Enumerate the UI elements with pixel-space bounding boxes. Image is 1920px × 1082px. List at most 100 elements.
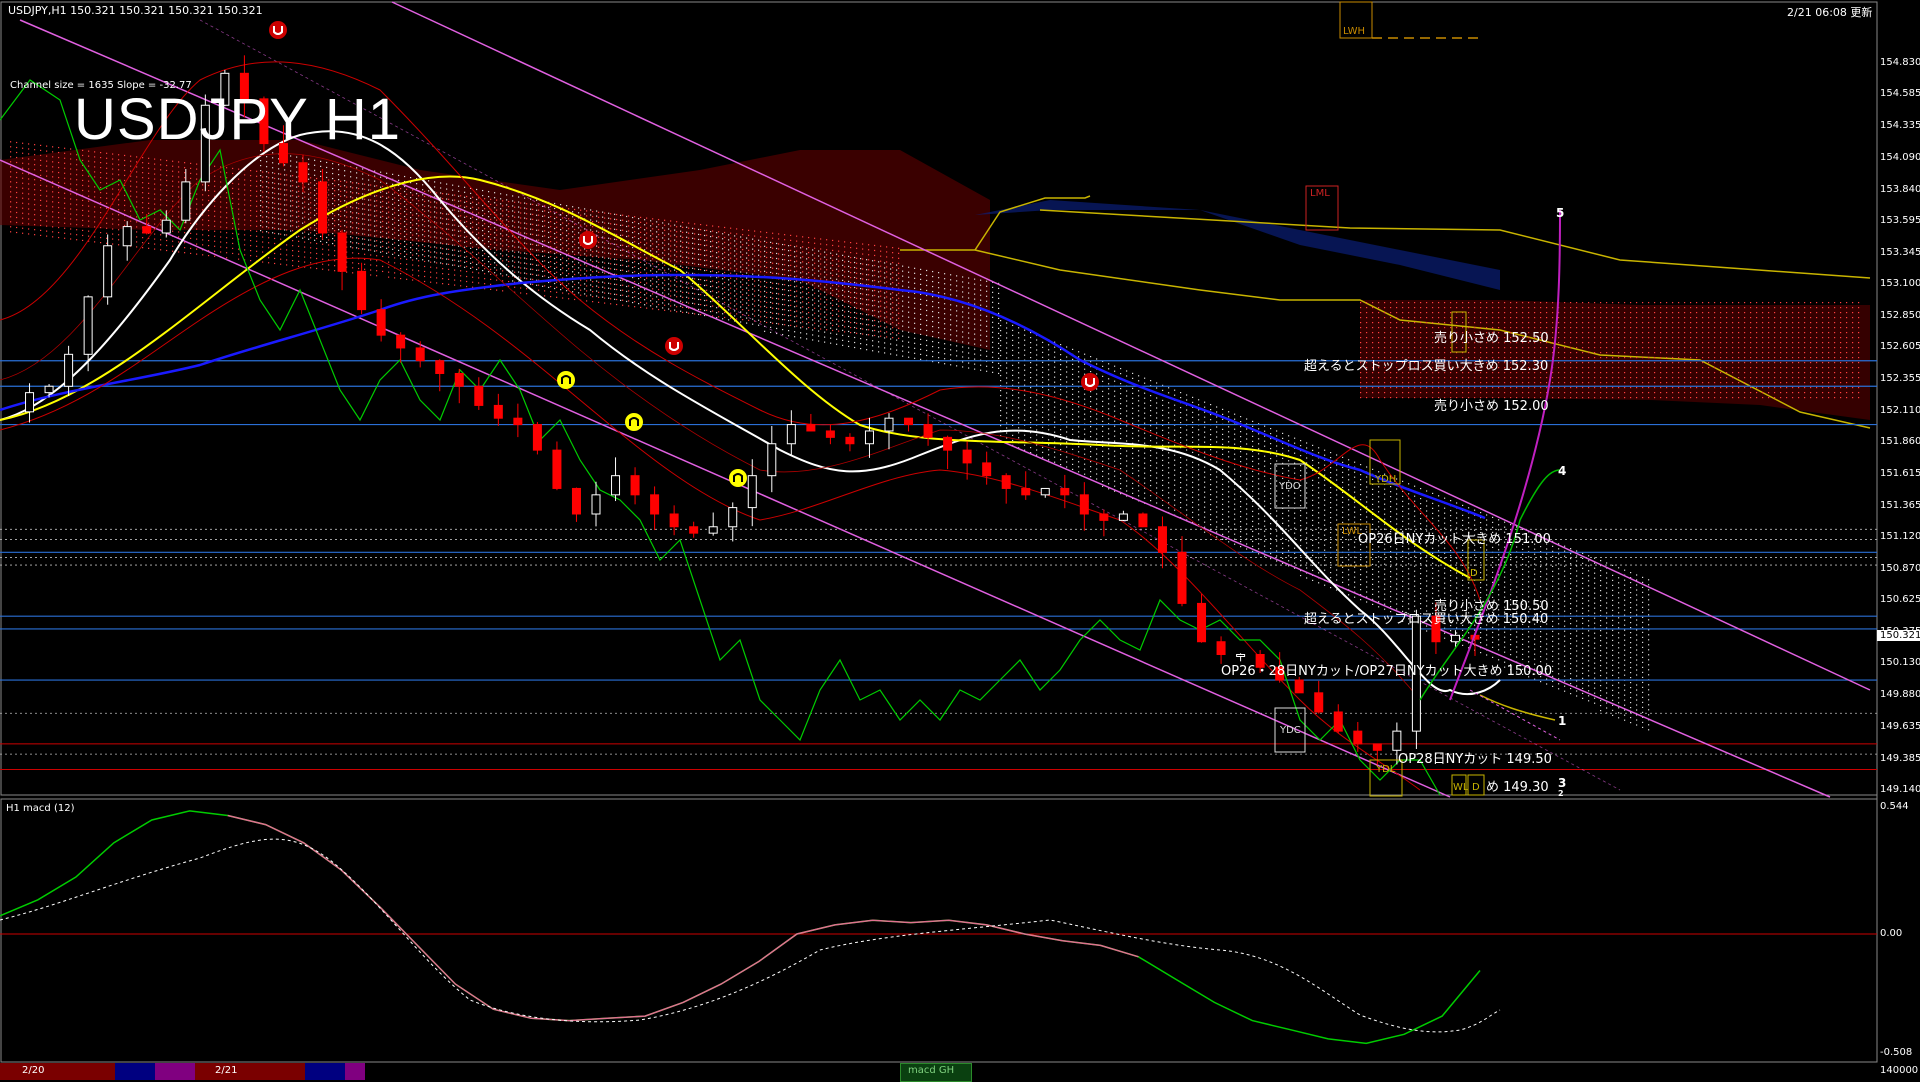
level-label: 超えるとストップロス買い大きめ 150.40 <box>1304 608 1548 627</box>
candle-body <box>104 246 112 297</box>
candle-body <box>397 335 405 348</box>
candle-body <box>143 227 151 233</box>
candle-body <box>1080 495 1088 514</box>
candle-body <box>1354 731 1362 744</box>
y-tick-label: 152.605 <box>1880 341 1920 352</box>
date-label-1: 2/20 <box>22 1065 44 1076</box>
box-label: WL <box>1453 782 1468 793</box>
macd-line-negative <box>228 816 1139 1021</box>
y-tick-label: 150.870 <box>1880 563 1920 574</box>
time-bar: 2/20 2/21 macd GH <box>0 1063 1878 1080</box>
candle-body <box>963 450 971 463</box>
y-tick-label: 152.355 <box>1880 373 1920 384</box>
box-label: YDL <box>1376 764 1395 775</box>
wave-number: 2 <box>1558 789 1564 798</box>
indicator-chip[interactable]: macd GH <box>908 1065 954 1076</box>
level-label: 超えるとストップロス買い大きめ 152.30 <box>1304 355 1548 374</box>
y-tick-label: 152.850 <box>1880 310 1920 321</box>
candle-body <box>729 508 737 527</box>
y-tick-label: 153.345 <box>1880 247 1920 258</box>
date-label-2: 2/21 <box>215 1065 237 1076</box>
candle-body <box>748 476 756 508</box>
candle-body <box>1373 744 1381 750</box>
candle-body <box>1295 680 1303 693</box>
y-tick-label: 150.625 <box>1880 594 1920 605</box>
y-tick-label: 151.860 <box>1880 436 1920 447</box>
chart-canvas <box>0 0 1920 1080</box>
current-price-tag: 150.321 <box>1877 630 1920 641</box>
y-tick-label: 151.365 <box>1880 500 1920 511</box>
candle-body <box>1198 603 1206 641</box>
y-tick-label: 153.100 <box>1880 278 1920 289</box>
candle-body <box>612 476 620 495</box>
candle-body <box>1217 642 1225 655</box>
candle-body <box>26 393 34 412</box>
level-label: 売り小さめ 152.00 <box>1434 395 1549 414</box>
candle-body <box>592 495 600 514</box>
y-tick-label: 154.090 <box>1880 152 1920 163</box>
candle-body <box>1061 488 1069 494</box>
candle-body <box>1315 693 1323 712</box>
candle-body <box>377 310 385 336</box>
y-tick-label: 154.830 <box>1880 57 1920 68</box>
box-label: LWH <box>1343 26 1365 37</box>
candle-body <box>572 488 580 514</box>
candle-body <box>1178 552 1186 603</box>
candle-body <box>807 425 815 431</box>
candle-body <box>162 220 170 233</box>
macd-tick-top: 0.544 <box>1880 801 1909 812</box>
candle-body <box>299 163 307 182</box>
candle-body <box>865 431 873 444</box>
macd-signal-line <box>0 839 1500 1032</box>
candle-body <box>533 425 541 451</box>
candle-body <box>924 425 932 438</box>
level-label: OP28日NYカット 149.50 <box>1398 748 1552 767</box>
candle-body <box>1158 527 1166 553</box>
candle-body <box>475 386 483 405</box>
wave-number: 3 <box>1558 776 1566 790</box>
box-label: D <box>1472 782 1480 793</box>
y-tick-label: 149.635 <box>1880 721 1920 732</box>
level-label: 売り小さめ 152.50 <box>1434 327 1549 346</box>
candle-body <box>1041 488 1049 494</box>
candle-body <box>123 227 131 246</box>
chart-title: USDJPY H1 <box>74 86 401 153</box>
candle-body <box>182 182 190 220</box>
candle-body <box>826 431 834 437</box>
macd-line <box>0 811 1480 1044</box>
candle-body <box>1100 514 1108 520</box>
candle-body <box>846 437 854 443</box>
level-label: OP26・28日NYカット/OP27日NYカット大きめ 150.00 <box>1221 660 1552 679</box>
candle-body <box>1334 712 1342 731</box>
macd-panel-frame <box>1 799 1877 1062</box>
y-tick-label: 152.110 <box>1880 405 1920 416</box>
y-tick-label: 149.880 <box>1880 689 1920 700</box>
candle-body <box>885 418 893 431</box>
candle-body <box>631 476 639 495</box>
box-label: LML <box>1310 188 1330 199</box>
candle-body <box>1237 654 1245 656</box>
candle-body <box>553 450 561 488</box>
y-tick-label: 154.335 <box>1880 120 1920 131</box>
symbol-info: USDJPY,H1 150.321 150.321 150.321 150.32… <box>8 4 263 17</box>
candle-body <box>1022 488 1030 494</box>
wave-number: 5 <box>1556 206 1564 220</box>
y-tick-label: 151.120 <box>1880 531 1920 542</box>
level-label: め 149.30 <box>1486 776 1549 795</box>
candle-body <box>514 418 522 424</box>
candle-body <box>905 418 913 424</box>
candle-body <box>494 405 502 418</box>
y-tick-label: 151.615 <box>1880 468 1920 479</box>
candle-body <box>944 437 952 450</box>
box-label: D <box>1470 568 1478 579</box>
box-label: YDC <box>1280 725 1301 736</box>
box-label: LWL <box>1342 526 1362 537</box>
candle-body <box>416 348 424 361</box>
wave-number: 4 <box>1558 464 1566 478</box>
y-tick-label: 154.585 <box>1880 88 1920 99</box>
candle-body <box>1002 476 1010 489</box>
candle-body <box>1119 514 1127 520</box>
candle-body <box>983 463 991 476</box>
candle-body <box>65 354 73 386</box>
macd-label: H1 macd (12) <box>6 803 74 814</box>
